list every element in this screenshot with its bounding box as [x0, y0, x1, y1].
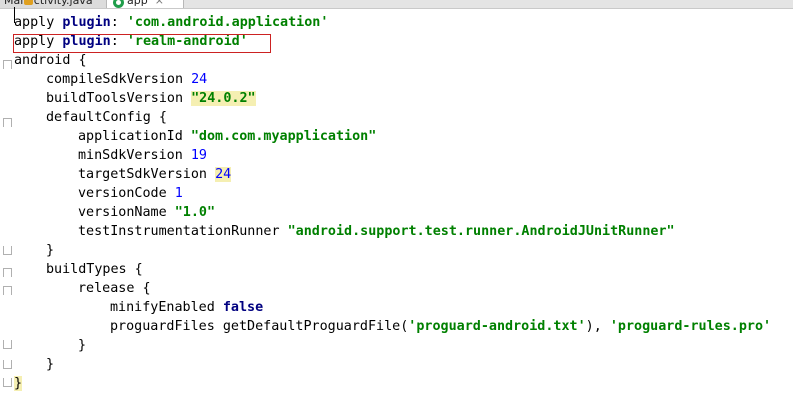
code-line[interactable]: } [46, 241, 54, 260]
tab-mainactivity-java[interactable]: Mai...ctivity.java [0, 0, 115, 8]
code-line[interactable]: } [46, 355, 54, 374]
code-line[interactable]: release { [78, 279, 151, 298]
code-line[interactable]: versionCode 1 [78, 184, 183, 203]
code-token: 24 [215, 167, 232, 182]
code-token: minifyEnabled [110, 300, 223, 315]
code-token: release { [78, 281, 151, 296]
java-class-icon [24, 0, 33, 5]
code-token: : [110, 15, 127, 30]
code-token: 19 [190, 148, 207, 163]
code-token: minSdkVersion [78, 148, 191, 163]
code-token: 1 [174, 186, 183, 201]
code-token: apply [14, 34, 63, 49]
code-token: proguardFiles getDefaultProguardFile( [110, 319, 409, 334]
code-token: "dom.com.myapplication" [190, 129, 377, 144]
code-token: plugin [62, 34, 111, 49]
tab-label-app: app [127, 0, 148, 7]
code-token: 24 [191, 72, 208, 87]
code-line[interactable]: testInstrumentationRunner "android.suppo… [78, 222, 675, 241]
code-token: } [46, 243, 55, 258]
code-token: buildTypes { [46, 262, 143, 277]
code-line[interactable]: minSdkVersion 19 [78, 146, 207, 165]
code-token: 'proguard-rules.pro' [609, 319, 772, 334]
code-line[interactable]: android { [14, 51, 87, 70]
fold-marker-icon[interactable] [3, 378, 12, 387]
code-token: compileSdkVersion [46, 72, 192, 87]
code-line[interactable]: minifyEnabled false [110, 298, 263, 317]
code-token: 'com.android.application' [126, 15, 329, 30]
code-token: plugin [62, 15, 111, 30]
code-token: } [46, 357, 55, 372]
fold-marker-icon[interactable] [3, 118, 12, 127]
code-token: applicationId [78, 129, 191, 144]
fold-marker-icon[interactable] [3, 246, 12, 255]
code-token: 'proguard-android.txt' [408, 319, 586, 334]
fold-marker-icon[interactable] [3, 360, 12, 369]
tab-label-mainactivity: Mai...ctivity.java [4, 0, 93, 7]
fold-marker-icon[interactable] [3, 286, 12, 295]
code-line[interactable]: apply plugin: 'realm-android' [14, 32, 248, 51]
code-editor[interactable]: apply plugin: 'com.android.application' a… [0, 9, 793, 414]
close-icon[interactable]: × [155, 0, 164, 8]
code-token: } [14, 376, 23, 391]
code-token: android { [14, 53, 87, 68]
code-line[interactable]: } [14, 374, 23, 393]
code-token: ), [585, 319, 610, 334]
code-token: "android.support.test.runner.AndroidJUni… [287, 224, 675, 239]
code-line[interactable]: } [78, 336, 86, 355]
code-token: versionName [78, 205, 175, 220]
code-token: 'realm-android' [126, 34, 248, 49]
tab-app-gradle[interactable]: app × [106, 0, 184, 8]
code-token: "24.0.2" [191, 91, 256, 106]
fold-marker-icon[interactable] [3, 268, 12, 277]
code-token: } [78, 338, 87, 353]
code-token: "1.0" [174, 205, 216, 220]
code-line[interactable]: apply plugin: 'com.android.application' [14, 13, 328, 32]
code-token: targetSdkVersion [78, 167, 216, 182]
code-line[interactable]: defaultConfig { [46, 108, 167, 127]
text-caret [14, 7, 15, 23]
code-line[interactable]: targetSdkVersion 24 [78, 165, 232, 184]
code-token: defaultConfig { [46, 110, 167, 125]
code-token: buildToolsVersion [46, 91, 192, 106]
code-line[interactable]: buildTypes { [46, 260, 143, 279]
code-line[interactable]: proguardFiles getDefaultProguardFile('pr… [110, 317, 771, 336]
code-line[interactable]: compileSdkVersion 24 [46, 70, 207, 89]
code-line[interactable]: versionName "1.0" [78, 203, 215, 222]
gradle-icon [113, 0, 124, 8]
code-token: apply [14, 15, 63, 30]
code-token: versionCode [78, 186, 175, 201]
code-token: false [222, 300, 264, 315]
editor-tab-bar: Mai...ctivity.java app × [0, 0, 793, 9]
fold-marker-icon[interactable] [3, 60, 12, 69]
fold-marker-icon[interactable] [3, 340, 12, 349]
code-line[interactable]: applicationId "dom.com.myapplication" [78, 127, 376, 146]
code-token: testInstrumentationRunner [78, 224, 288, 239]
code-token: : [110, 34, 127, 49]
code-line[interactable]: buildToolsVersion "24.0.2" [46, 89, 256, 108]
